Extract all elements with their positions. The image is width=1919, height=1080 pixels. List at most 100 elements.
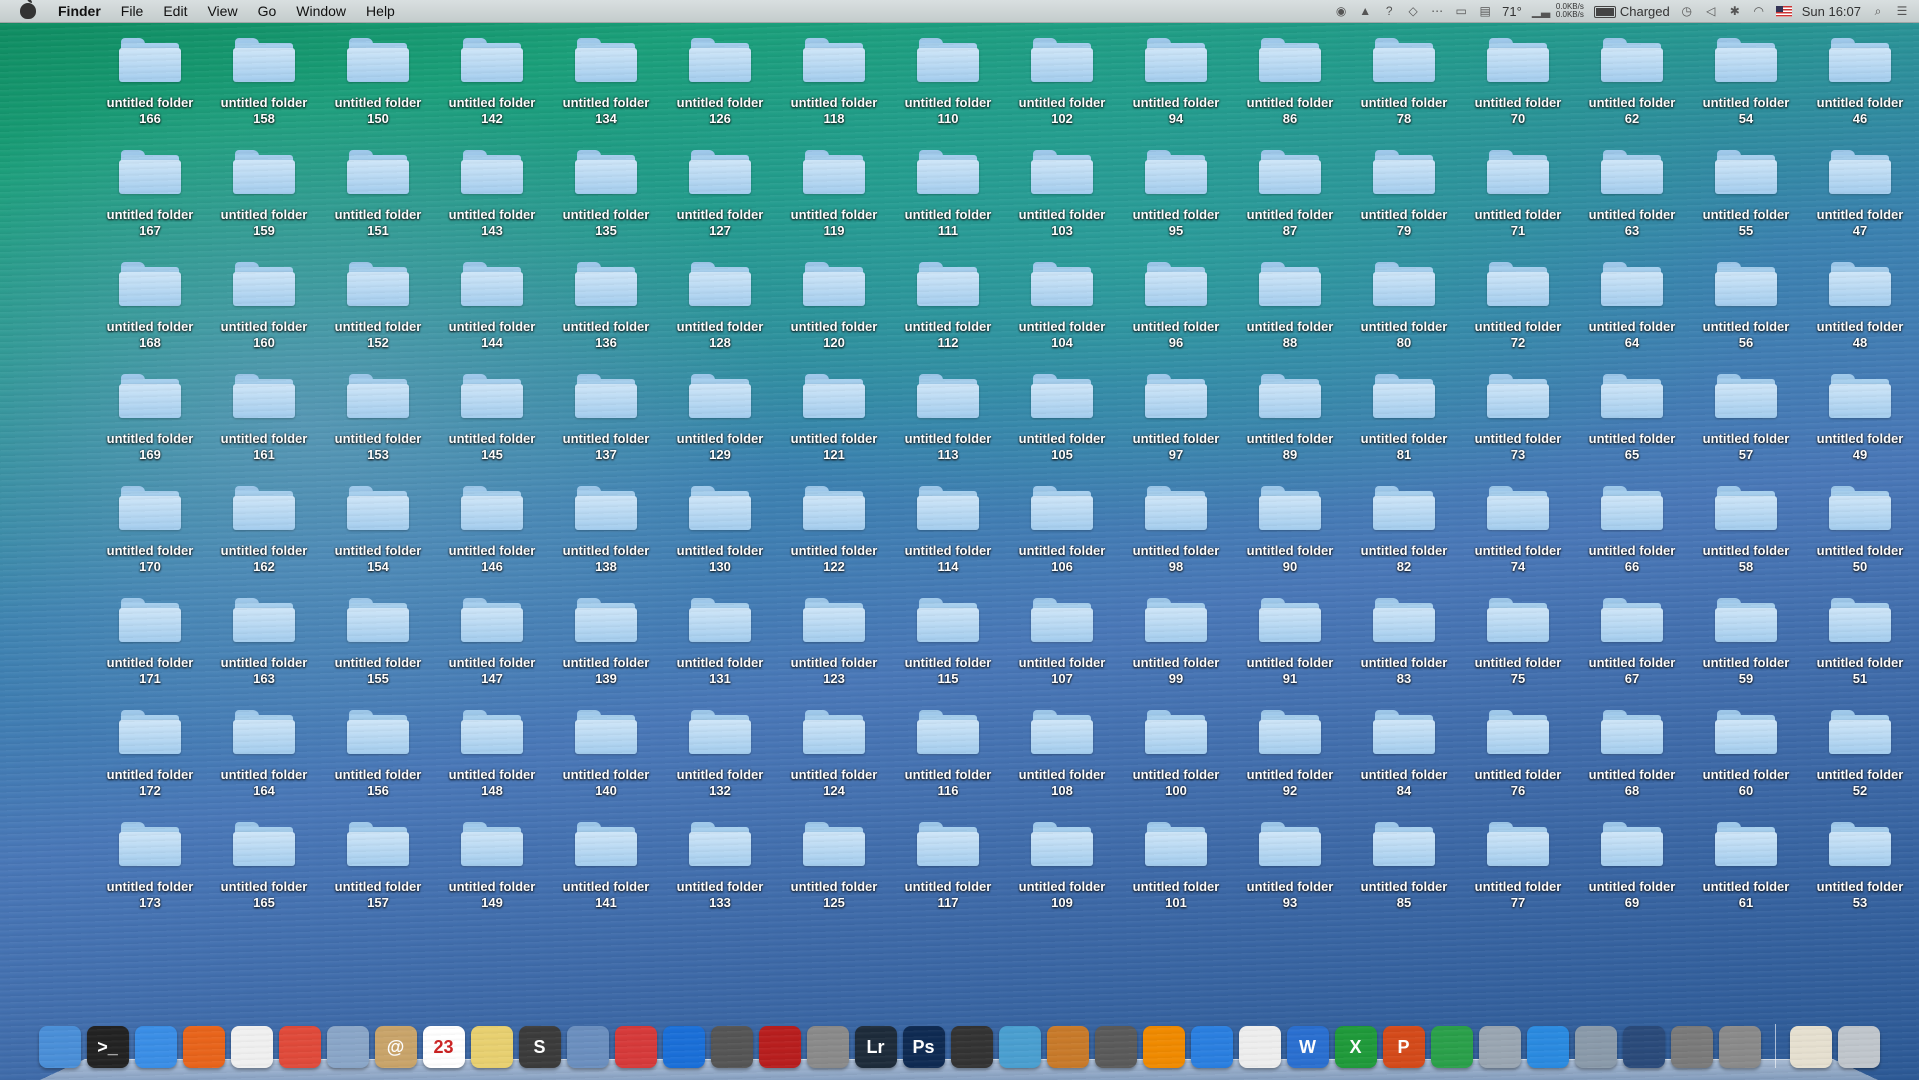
desktop-folder[interactable]: untitled folder 128 (663, 256, 777, 368)
desktop-folder[interactable]: untitled folder 171 (93, 592, 207, 704)
desktop-folder[interactable]: untitled folder 78 (1347, 32, 1461, 144)
desktop-folder[interactable]: untitled folder 79 (1347, 144, 1461, 256)
desktop-folder[interactable]: untitled folder 144 (435, 256, 549, 368)
clock[interactable]: Sun 16:07 (1802, 4, 1861, 19)
desktop-folder[interactable]: untitled folder 71 (1461, 144, 1575, 256)
menu-app-name[interactable]: Finder (52, 0, 111, 22)
desktop-folder[interactable]: untitled folder 69 (1575, 816, 1689, 928)
itunes-icon[interactable] (1190, 1026, 1233, 1068)
desktop-folder[interactable]: untitled folder 75 (1461, 592, 1575, 704)
desktop-folder[interactable]: untitled folder 89 (1233, 368, 1347, 480)
desktop-folder[interactable]: untitled folder 140 (549, 704, 663, 816)
desktop-folder[interactable]: untitled folder 157 (321, 816, 435, 928)
desktop-folder[interactable]: untitled folder 47 (1803, 144, 1917, 256)
desktop-folder[interactable]: untitled folder 102 (1005, 32, 1119, 144)
desktop[interactable]: Finder File Edit View Go Window Help ◉ ▲… (0, 0, 1919, 1080)
downloads-stack-icon[interactable] (1789, 1026, 1832, 1068)
desktop-folder[interactable]: untitled folder 77 (1461, 816, 1575, 928)
menu-go[interactable]: Go (248, 0, 287, 22)
desktop-folder[interactable]: untitled folder 109 (1005, 816, 1119, 928)
directory-utility-icon[interactable] (1478, 1026, 1521, 1068)
desktop-folder[interactable]: untitled folder 168 (93, 256, 207, 368)
desktop-folder[interactable]: untitled folder 142 (435, 32, 549, 144)
activity-monitor-icon[interactable] (1622, 1026, 1665, 1068)
desktop-folder[interactable]: untitled folder 164 (207, 704, 321, 816)
photoshop-icon[interactable]: Ps (902, 1026, 945, 1068)
desktop-folder[interactable]: untitled folder 134 (549, 32, 663, 144)
system-preferences-icon[interactable] (1718, 1026, 1761, 1068)
desktop-folder[interactable]: untitled folder 61 (1689, 816, 1803, 928)
desktop-folder[interactable]: untitled folder 100 (1119, 704, 1233, 816)
desktop-folder[interactable]: untitled folder 167 (93, 144, 207, 256)
notification-center-icon[interactable]: ☰ (1895, 4, 1909, 18)
desktop-folder[interactable]: untitled folder 154 (321, 480, 435, 592)
desktop-folder[interactable]: untitled folder 116 (891, 704, 1005, 816)
desktop-folder[interactable]: untitled folder 58 (1689, 480, 1803, 592)
desktop-folder[interactable]: untitled folder 60 (1689, 704, 1803, 816)
desktop-folder[interactable]: untitled folder 73 (1461, 368, 1575, 480)
bluetooth-icon[interactable]: ✱ (1728, 4, 1742, 18)
desktop-folder[interactable]: untitled folder 115 (891, 592, 1005, 704)
desktop-folder[interactable]: untitled folder 63 (1575, 144, 1689, 256)
contacts-icon[interactable]: @ (374, 1026, 417, 1068)
volume-icon[interactable]: ◁ (1704, 4, 1718, 18)
spotlight-search-icon[interactable]: ⌕ (1871, 4, 1885, 18)
time-machine-icon[interactable]: ◷ (1680, 4, 1694, 18)
desktop-folder[interactable]: untitled folder 121 (777, 368, 891, 480)
desktop-folder[interactable]: untitled folder 155 (321, 592, 435, 704)
memory-icon[interactable]: ▤ (1478, 4, 1492, 18)
textedit-icon[interactable] (1238, 1026, 1281, 1068)
safari-icon[interactable] (134, 1026, 177, 1068)
desktop-folder[interactable]: untitled folder 48 (1803, 256, 1917, 368)
desktop-folder[interactable]: untitled folder 127 (663, 144, 777, 256)
desktop-folder[interactable]: untitled folder 83 (1347, 592, 1461, 704)
desktop-folder[interactable]: untitled folder 90 (1233, 480, 1347, 592)
desktop-folder[interactable]: untitled folder 105 (1005, 368, 1119, 480)
desktop-folder[interactable]: untitled folder 98 (1119, 480, 1233, 592)
desktop-folder[interactable]: untitled folder 106 (1005, 480, 1119, 592)
word-icon[interactable]: W (1286, 1026, 1329, 1068)
desktop-folder[interactable]: untitled folder 67 (1575, 592, 1689, 704)
desktop-folder[interactable]: untitled folder 114 (891, 480, 1005, 592)
excel-icon[interactable]: X (1334, 1026, 1377, 1068)
desktop-folder[interactable]: untitled folder 165 (207, 816, 321, 928)
desktop-folder[interactable]: untitled folder 74 (1461, 480, 1575, 592)
desktop-folder[interactable]: untitled folder 153 (321, 368, 435, 480)
desktop-folder[interactable]: untitled folder 141 (549, 816, 663, 928)
desktop-folder[interactable]: untitled folder 137 (549, 368, 663, 480)
menu-file[interactable]: File (111, 0, 154, 22)
finder-icon[interactable] (38, 1026, 81, 1068)
desktop-folder[interactable]: untitled folder 119 (777, 144, 891, 256)
desktop-folder[interactable]: untitled folder 108 (1005, 704, 1119, 816)
desktop-folder[interactable]: untitled folder 96 (1119, 256, 1233, 368)
desktop-folder[interactable]: untitled folder 129 (663, 368, 777, 480)
desktop-folder[interactable]: untitled folder 163 (207, 592, 321, 704)
facetime-icon[interactable] (710, 1026, 753, 1068)
desktop-folder[interactable]: untitled folder 84 (1347, 704, 1461, 816)
desktop-folder[interactable]: untitled folder 64 (1575, 256, 1689, 368)
desktop-folder[interactable]: untitled folder 92 (1233, 704, 1347, 816)
desktop-folder[interactable]: untitled folder 138 (549, 480, 663, 592)
desktop-folder[interactable]: untitled folder 161 (207, 368, 321, 480)
battery-status[interactable]: Charged (1593, 4, 1670, 19)
desktop-folder[interactable]: untitled folder 120 (777, 256, 891, 368)
desktop-folder[interactable]: untitled folder 52 (1803, 704, 1917, 816)
dots-icon[interactable]: ⋯ (1430, 4, 1444, 18)
desktop-folder[interactable]: untitled folder 93 (1233, 816, 1347, 928)
chrome-icon[interactable] (278, 1026, 321, 1068)
us-flag-icon[interactable] (1775, 5, 1792, 17)
desktop-folder[interactable]: untitled folder 124 (777, 704, 891, 816)
desktop-folder[interactable]: untitled folder 151 (321, 144, 435, 256)
desktop-folder[interactable]: untitled folder 110 (891, 32, 1005, 144)
desktop-folder[interactable]: untitled folder 123 (777, 592, 891, 704)
photo-viewer-icon[interactable] (470, 1026, 513, 1068)
desktop-folder[interactable]: untitled folder 139 (549, 592, 663, 704)
desktop-folder[interactable]: untitled folder 85 (1347, 816, 1461, 928)
desktop-folder[interactable]: untitled folder 146 (435, 480, 549, 592)
menu-view[interactable]: View (197, 0, 247, 22)
iphoto-icon[interactable] (998, 1026, 1041, 1068)
terminal-icon[interactable]: >_ (86, 1026, 129, 1068)
desktop-folder[interactable]: untitled folder 80 (1347, 256, 1461, 368)
firefox-icon[interactable] (182, 1026, 225, 1068)
network-globe-icon[interactable] (1430, 1026, 1473, 1068)
